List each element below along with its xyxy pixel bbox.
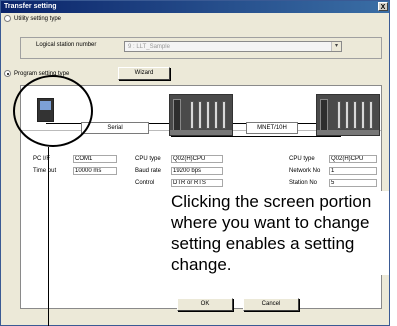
- station-no-label: Station No: [289, 180, 318, 186]
- radio-unchecked-icon: [4, 15, 11, 22]
- cpu2-type-label: CPU type: [289, 156, 315, 162]
- base-unit-icon: [317, 130, 379, 135]
- callout-circle: [13, 75, 93, 147]
- network-no-label: Network No: [289, 168, 321, 174]
- slot-icon: [190, 101, 194, 129]
- baud-rate-label: Baud rate: [135, 168, 162, 174]
- callout-line: [48, 147, 49, 326]
- network-no-value[interactable]: 1: [329, 167, 377, 175]
- timeout-label: Time out: [33, 168, 57, 174]
- dialog-title: Transfer setting: [4, 3, 57, 10]
- cpu1-type-value[interactable]: Q02(H)CPU: [171, 155, 223, 163]
- baud-rate-value[interactable]: 19200 bps: [171, 167, 223, 175]
- serial-label[interactable]: Serial: [81, 122, 149, 134]
- slot-icon: [361, 101, 365, 129]
- network-label[interactable]: MNET/10H: [246, 122, 298, 134]
- wizard-button[interactable]: Wizard: [118, 67, 170, 80]
- cpu-module-icon: [320, 99, 328, 131]
- logical-station-value: 9 : LLT_Sample: [128, 44, 170, 50]
- pc-if-value[interactable]: COM1: [73, 155, 117, 163]
- base-unit-icon: [170, 130, 232, 135]
- slot-icon: [198, 101, 202, 129]
- instruction-note: Clicking the screen portion where you wa…: [169, 191, 389, 275]
- slot-icon: [369, 101, 373, 129]
- control-value[interactable]: DTR or RTS: [171, 179, 223, 187]
- logical-station-select[interactable]: 9 : LLT_Sample ▾: [124, 41, 342, 52]
- utility-setting-label: Utility setting type: [14, 15, 62, 22]
- transfer-setting-dialog: Transfer setting X Utility setting type …: [0, 0, 390, 326]
- slot-icon: [206, 101, 210, 129]
- slot-icon: [337, 101, 341, 129]
- cancel-button[interactable]: Cancel: [243, 298, 299, 311]
- slot-icon: [214, 101, 218, 129]
- cpu-module-icon: [173, 99, 181, 131]
- radio-checked-icon: [4, 70, 11, 77]
- control-label: Control: [135, 180, 155, 186]
- chevron-down-icon[interactable]: ▾: [331, 42, 341, 51]
- utility-setting-radio[interactable]: Utility setting type: [4, 15, 61, 22]
- plc-cpu2-icon[interactable]: [316, 94, 380, 136]
- ok-button[interactable]: OK: [177, 298, 233, 311]
- slot-icon: [353, 101, 357, 129]
- network-line: [171, 136, 341, 137]
- logical-station-label: Logical station number: [36, 42, 97, 48]
- cpu1-type-label: CPU type: [135, 156, 161, 162]
- timeout-value[interactable]: 10000 ms: [73, 167, 117, 175]
- cpu2-type-value[interactable]: Q02(H)CPU: [329, 155, 377, 163]
- slot-icon: [222, 101, 226, 129]
- close-icon[interactable]: X: [378, 2, 388, 11]
- station-no-value[interactable]: 5: [329, 179, 377, 187]
- slot-icon: [345, 101, 349, 129]
- plc-cpu1-icon[interactable]: [169, 94, 233, 136]
- title-bar: Transfer setting X: [1, 1, 389, 13]
